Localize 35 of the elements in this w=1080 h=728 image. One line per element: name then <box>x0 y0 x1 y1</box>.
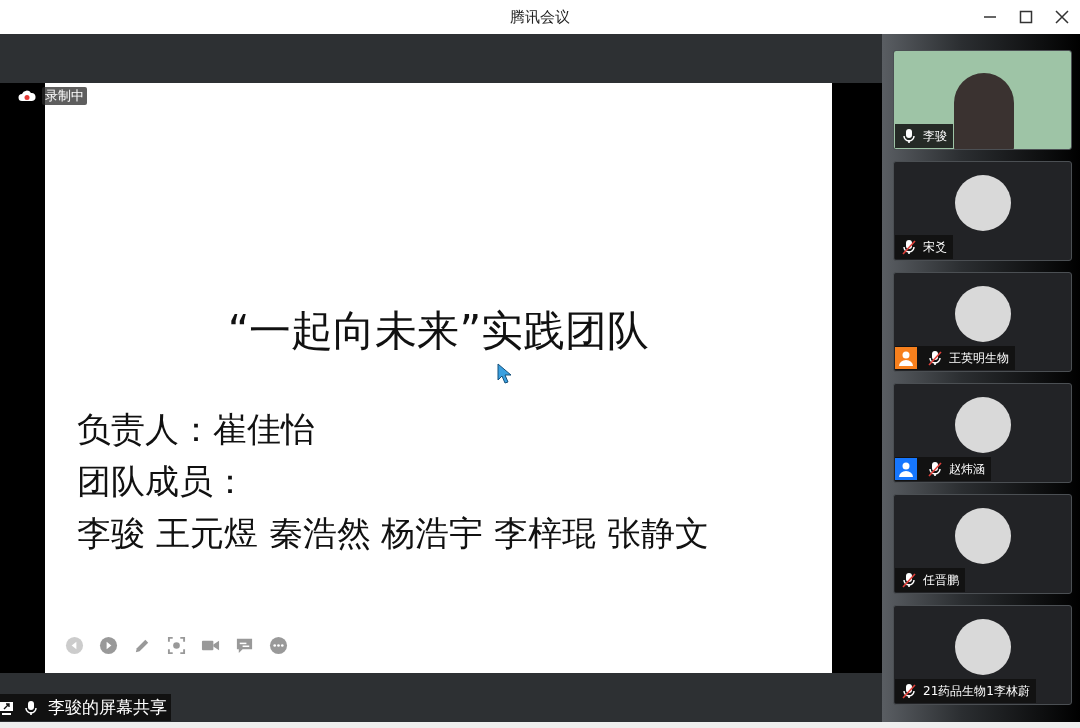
previous-icon[interactable] <box>65 636 84 655</box>
screen-share-icon <box>0 699 14 716</box>
slide-text: 团队成员： <box>77 460 248 503</box>
participant-tile[interactable]: 王英明生物 <box>893 272 1072 372</box>
maximize-icon[interactable] <box>1019 10 1033 24</box>
chat-icon[interactable] <box>235 636 254 655</box>
participant-name: 李骏 <box>923 127 948 145</box>
participant-tile[interactable]: 李骏 <box>893 50 1072 150</box>
participant-name: 王英明生物 <box>949 349 1010 367</box>
cloud-icon <box>18 90 36 102</box>
pointer-icon <box>497 363 513 385</box>
play-icon[interactable] <box>99 636 118 655</box>
slide-title: “一起向未来”实践团队 <box>226 305 651 357</box>
microphone-icon <box>23 699 39 716</box>
more-icon[interactable] <box>269 636 288 655</box>
avatar-placeholder <box>955 619 1011 675</box>
participant-tile[interactable]: 赵炜涵 <box>893 383 1072 483</box>
slide-text: 李骏 王元煜 秦浩然 杨浩宇 李梓琨 张静文 <box>77 512 711 555</box>
participant-tile[interactable]: 21药品生物1李林蔚 <box>893 605 1072 705</box>
close-icon[interactable] <box>1055 10 1069 24</box>
screen-share-label: 李骏的屏幕共享 <box>0 694 171 721</box>
participant-tile[interactable]: 任晋鹏 <box>893 494 1072 594</box>
participant-name: 宋爻 <box>923 238 948 256</box>
participant-name: 任晋鹏 <box>923 571 960 589</box>
avatar-placeholder <box>955 508 1011 564</box>
focus-icon[interactable] <box>167 636 186 655</box>
avatar-placeholder <box>955 286 1011 342</box>
avatar-placeholder <box>955 175 1011 231</box>
window-title: 腾讯会议 <box>510 7 570 27</box>
participant-name: 21药品生物1李林蔚 <box>923 682 1031 700</box>
participant-tile[interactable]: 宋爻 <box>893 161 1072 261</box>
avatar-placeholder <box>955 397 1011 453</box>
recording-label: 录制中 <box>42 87 87 105</box>
slide-text: 负责人：崔佳怡 <box>77 408 316 451</box>
participant-name: 赵炜涵 <box>949 460 986 478</box>
